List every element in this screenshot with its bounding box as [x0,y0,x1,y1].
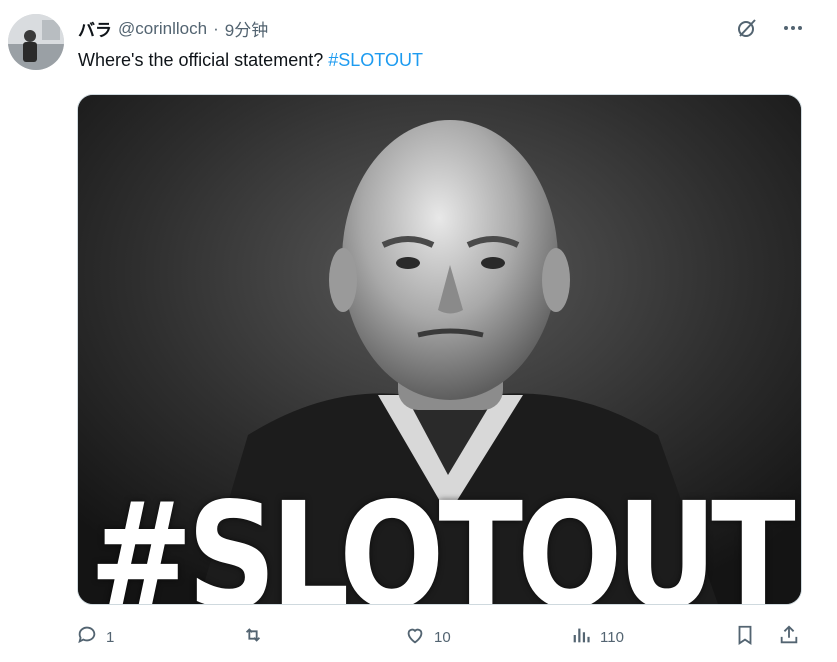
views-button[interactable]: 110 [570,624,624,650]
author-name[interactable]: バラ [78,16,112,41]
reply-button[interactable]: 1 [76,624,114,650]
views-icon [570,624,592,650]
reply-count: 1 [106,628,115,646]
reply-icon [76,624,98,650]
tweet-header: バラ @corinlloch · 9分钟 [78,16,268,41]
more-icon[interactable] [781,16,805,40]
share-icon [778,624,800,650]
tweet-actions: 1 10 110 [76,624,806,648]
like-button[interactable]: 10 [404,624,451,650]
avatar-image [8,14,64,70]
tweet-body: Where's the official statement? [78,50,324,70]
bookmark-icon [734,624,756,650]
separator-dot: · [213,18,219,38]
author-handle[interactable]: @corinlloch [118,19,207,39]
timestamp[interactable]: 9分钟 [225,16,268,41]
retweet-icon [242,624,264,650]
hashtag-link[interactable]: #SLOTOUT [328,50,423,70]
media-overlay-text: #SLOTOUT [89,472,795,605]
tweet-media[interactable]: #SLOTOUT [77,94,802,605]
retweet-button[interactable] [242,624,272,650]
share-button[interactable] [778,624,800,650]
like-count: 10 [434,628,451,646]
bookmark-button[interactable] [734,624,756,650]
header-actions [735,16,805,40]
grok-icon[interactable] [735,16,759,40]
view-count: 110 [600,628,624,646]
like-icon [404,624,426,650]
avatar[interactable] [8,14,64,70]
tweet-text: Where's the official statement? #SLOTOUT [78,50,423,71]
